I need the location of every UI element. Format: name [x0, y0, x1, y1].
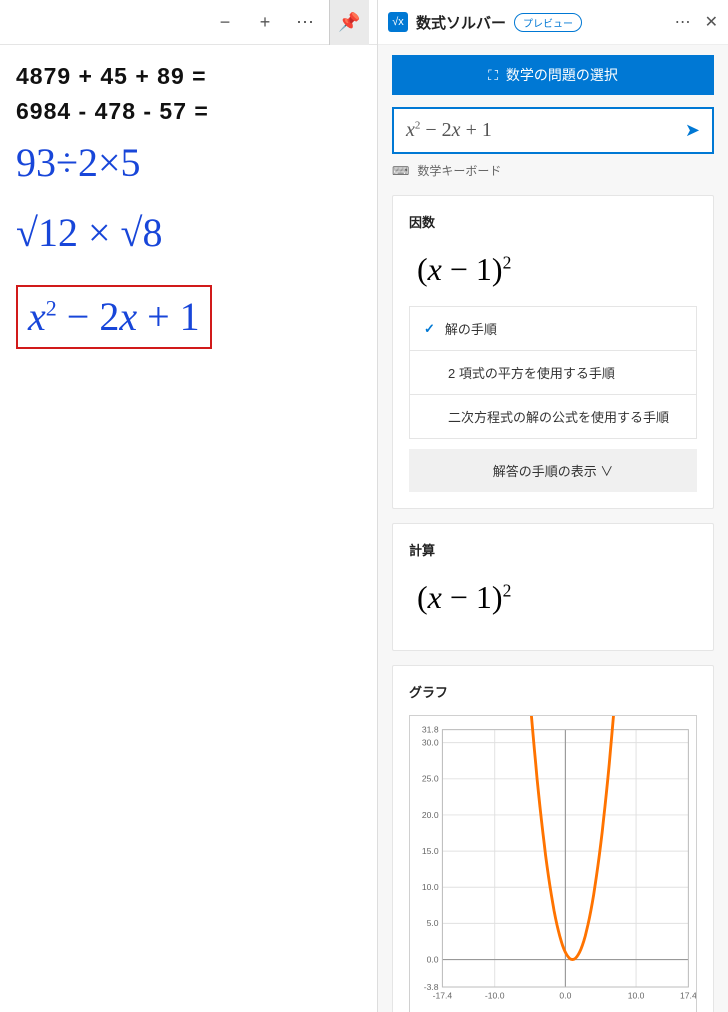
- crop-icon: ⛶: [488, 67, 498, 84]
- typed-line-1: 4879 + 45 + 89 =: [16, 63, 361, 90]
- panel-title: 数式ソルバー: [416, 12, 506, 33]
- keyboard-label: 数学キーボード: [417, 162, 501, 179]
- svg-text:17.4: 17.4: [680, 990, 696, 1000]
- left-toolbar: − + ⋯ 📌: [0, 0, 377, 45]
- math-keyboard-toggle[interactable]: ⌨ 数学キーボード: [392, 162, 714, 179]
- svg-text:30.0: 30.0: [422, 738, 439, 748]
- zoom-in-button[interactable]: +: [249, 6, 281, 38]
- step-binomial-square[interactable]: 2 項式の平方を使用する手順: [410, 351, 696, 395]
- selected-expression[interactable]: x2 − 2x + 1: [16, 285, 212, 349]
- factor-title: 因数: [409, 212, 697, 231]
- check-icon: ✓: [424, 321, 435, 337]
- math-solver-icon: √x: [388, 12, 408, 32]
- svg-text:5.0: 5.0: [427, 918, 439, 928]
- expression-input[interactable]: x2 − 2x + 1 ➤: [392, 107, 714, 154]
- step-solution[interactable]: ✓ 解の手順: [410, 307, 696, 351]
- pin-button[interactable]: 📌: [329, 0, 369, 45]
- keyboard-icon: ⌨: [392, 164, 409, 178]
- svg-text:10.0: 10.0: [422, 882, 439, 892]
- handwritten-line-2: √12 × √8: [16, 207, 361, 259]
- math-solver-panel: √x 数式ソルバー プレビュー ⋯ ✕ ⛶ 数学の問題の選択 x2 − 2x +…: [378, 0, 728, 1012]
- select-problem-button[interactable]: ⛶ 数学の問題の選択: [392, 55, 714, 95]
- factor-result: (x − 1)2: [409, 245, 697, 306]
- send-icon[interactable]: ➤: [685, 120, 700, 141]
- canvas-area[interactable]: 4879 + 45 + 89 = 6984 - 478 - 57 = 93÷2×…: [0, 45, 377, 367]
- svg-text:15.0: 15.0: [422, 846, 439, 856]
- typed-line-2: 6984 - 478 - 57 =: [16, 98, 361, 125]
- factor-card: 因数 (x − 1)2 ✓ 解の手順 2 項式の平方を使用する手順 二次方程式の…: [392, 195, 714, 509]
- step-label-0: 解の手順: [445, 319, 497, 338]
- svg-text:25.0: 25.0: [422, 774, 439, 784]
- graph-title: グラフ: [409, 682, 697, 701]
- graph-card: グラフ -3.80.05.010.015.020.025.030.031.8-1…: [392, 665, 714, 1012]
- panel-header: √x 数式ソルバー プレビュー ⋯ ✕: [378, 0, 728, 45]
- step-label-1: 2 項式の平方を使用する手順: [448, 363, 615, 382]
- compute-title: 計算: [409, 540, 697, 559]
- svg-text:0.0: 0.0: [559, 990, 571, 1000]
- svg-text:20.0: 20.0: [422, 810, 439, 820]
- more-button[interactable]: ⋯: [289, 6, 321, 38]
- step-quadratic-formula[interactable]: 二次方程式の解の公式を使用する手順: [410, 395, 696, 438]
- svg-text:-17.4: -17.4: [433, 990, 453, 1000]
- svg-text:31.8: 31.8: [422, 724, 439, 734]
- step-label-2: 二次方程式の解の公式を使用する手順: [448, 407, 669, 426]
- show-steps-button[interactable]: 解答の手順の表示 ∨: [409, 449, 697, 492]
- preview-badge: プレビュー: [514, 13, 582, 32]
- compute-result: (x − 1)2: [409, 573, 697, 634]
- graph-plot[interactable]: -3.80.05.010.015.020.025.030.031.8-17.4-…: [409, 715, 697, 1012]
- panel-close-button[interactable]: ✕: [705, 12, 718, 32]
- panel-more-button[interactable]: ⋯: [675, 12, 691, 32]
- handwritten-line-1: 93÷2×5: [16, 137, 361, 189]
- zoom-out-button[interactable]: −: [209, 6, 241, 38]
- svg-text:-10.0: -10.0: [485, 990, 505, 1000]
- svg-text:10.0: 10.0: [628, 990, 645, 1000]
- svg-text:0.0: 0.0: [427, 954, 439, 964]
- step-list: ✓ 解の手順 2 項式の平方を使用する手順 二次方程式の解の公式を使用する手順: [409, 306, 697, 439]
- select-problem-label: 数学の問題の選択: [506, 65, 618, 85]
- canvas-pane: − + ⋯ 📌 4879 + 45 + 89 = 6984 - 478 - 57…: [0, 0, 378, 1012]
- expression-text: x2 − 2x + 1: [406, 119, 492, 142]
- compute-card: 計算 (x − 1)2: [392, 523, 714, 651]
